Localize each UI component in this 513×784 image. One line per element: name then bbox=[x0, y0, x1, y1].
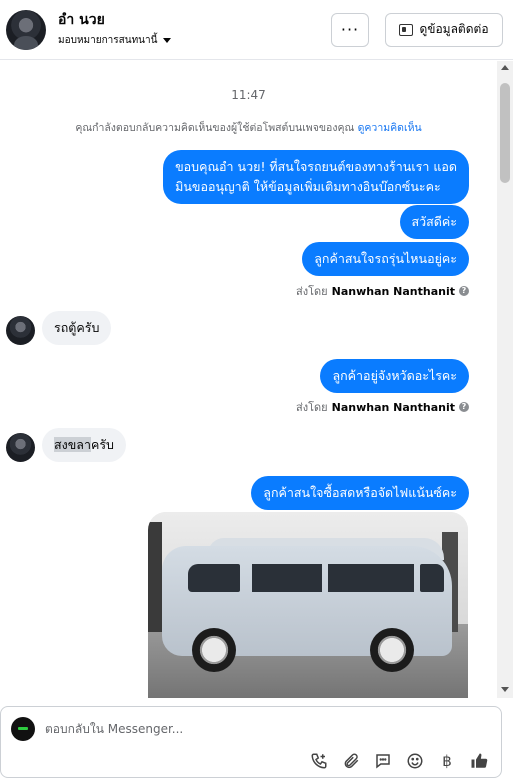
conversation-header: อำ นวย มอบหมายการสนทนานี้ ··· ดูข้อมูลติ… bbox=[0, 0, 513, 60]
message-thread[interactable]: 11:47 คุณกำลังตอบกลับความคิดเห็นของผู้ใช… bbox=[0, 61, 497, 698]
outgoing-message[interactable]: ลูกค้าสนใจซื้อสดหรือจัดไฟแน้นซ์คะ bbox=[251, 476, 469, 510]
outgoing-message[interactable]: สวัสดีค่ะ bbox=[399, 205, 469, 239]
sent-by-author: Nanwhan Nanthanit bbox=[331, 400, 455, 414]
sent-by-label: ส่งโดย Nanwhan Nanthanit ? bbox=[296, 398, 469, 416]
currency-symbol: ฿ bbox=[442, 752, 452, 770]
contact-avatar-small[interactable] bbox=[6, 433, 35, 462]
more-options-button[interactable]: ··· bbox=[331, 12, 369, 47]
payment-icon[interactable]: ฿ bbox=[437, 751, 457, 771]
message-text: สวัสดีค่ะ bbox=[411, 214, 457, 229]
comment-reply-notice: คุณกำลังตอบกลับความคิดเห็นของผู้ใช้ต่อโพ… bbox=[0, 119, 497, 136]
caret-down-icon bbox=[163, 38, 172, 43]
highlighted-text: สงขลา bbox=[54, 437, 91, 452]
reply-composer: ฿ bbox=[0, 698, 513, 784]
emoji-icon[interactable] bbox=[405, 751, 425, 771]
info-icon[interactable]: ? bbox=[459, 286, 469, 296]
incoming-message[interactable]: รถตู้ครับ bbox=[42, 311, 112, 345]
saved-replies-icon[interactable] bbox=[373, 751, 393, 771]
message-text: ลูกค้าอยู่จังหวัดอะไรคะ bbox=[332, 368, 457, 383]
reply-input[interactable] bbox=[45, 717, 485, 741]
message-text: รถตู้ครับ bbox=[54, 320, 100, 335]
message-text: ลูกค้าสนใจซื้อสดหรือจัดไฟแน้นซ์คะ bbox=[263, 485, 457, 500]
view-comment-link[interactable]: ดูความคิดเห็น bbox=[358, 122, 422, 134]
outgoing-message[interactable]: ลูกค้าอยู่จังหวัดอะไรคะ bbox=[320, 359, 469, 393]
van-photo-attachment[interactable] bbox=[148, 512, 468, 698]
message-text: ครับ bbox=[90, 437, 114, 452]
sent-by-prefix: ส่งโดย bbox=[296, 285, 328, 298]
contact-info: อำ นวย มอบหมายการสนทนานี้ bbox=[58, 11, 331, 48]
ellipsis-icon: ··· bbox=[340, 20, 360, 39]
thumbs-up-icon[interactable] bbox=[469, 751, 489, 771]
assign-conversation-label: มอบหมายการสนทนานี้ bbox=[58, 35, 158, 46]
incoming-message[interactable]: สงขลาครับ bbox=[42, 428, 126, 462]
assign-conversation-dropdown[interactable]: มอบหมายการสนทนานี้ bbox=[58, 33, 331, 48]
contact-name[interactable]: อำ นวย bbox=[58, 11, 331, 29]
scroll-up-arrow-icon[interactable] bbox=[501, 65, 509, 70]
attachment-icon[interactable] bbox=[341, 751, 361, 771]
contact-avatar-small[interactable] bbox=[6, 316, 35, 345]
messenger-conversation-panel: อำ นวย มอบหมายการสนทนานี้ ··· ดูข้อมูลติ… bbox=[0, 0, 513, 784]
contact-avatar[interactable] bbox=[6, 9, 46, 50]
scroll-down-arrow-icon[interactable] bbox=[501, 687, 509, 692]
message-text: ขอบคุณอำ นวย! ที่สนใจรถยนต์ของทางร้านเรา… bbox=[175, 159, 457, 174]
comment-reply-notice-text: คุณกำลังตอบกลับความคิดเห็นของผู้ใช้ต่อโพ… bbox=[75, 122, 355, 134]
contact-card-icon bbox=[399, 23, 414, 36]
sent-by-prefix: ส่งโดย bbox=[296, 401, 328, 414]
scroll-thumb[interactable] bbox=[500, 83, 510, 183]
composer-box: ฿ bbox=[0, 706, 502, 778]
call-icon[interactable] bbox=[309, 751, 329, 771]
outgoing-message[interactable]: ขอบคุณอำ นวย! ที่สนใจรถยนต์ของทางร้านเรา… bbox=[163, 150, 469, 204]
view-contact-info-button[interactable]: ดูข้อมูลติดต่อ bbox=[385, 12, 503, 47]
composer-toolbar: ฿ bbox=[297, 751, 489, 771]
thread-scrollbar[interactable] bbox=[497, 61, 513, 698]
sent-by-author: Nanwhan Nanthanit bbox=[331, 284, 455, 298]
sent-by-label: ส่งโดย Nanwhan Nanthanit ? bbox=[296, 282, 469, 300]
info-icon[interactable]: ? bbox=[459, 402, 469, 412]
message-text: มินขออนุญาติ ให้ข้อมูลเพิ่มเติมทางอินบ๊อ… bbox=[175, 179, 441, 194]
view-contact-info-label: ดูข้อมูลติดต่อ bbox=[419, 22, 489, 36]
page-avatar bbox=[11, 717, 35, 741]
message-timestamp: 11:47 bbox=[231, 88, 266, 102]
message-text: ลูกค้าสนใจรถรุ่นไหนอยู่คะ bbox=[314, 251, 457, 266]
outgoing-message[interactable]: ลูกค้าสนใจรถรุ่นไหนอยู่คะ bbox=[302, 242, 469, 276]
